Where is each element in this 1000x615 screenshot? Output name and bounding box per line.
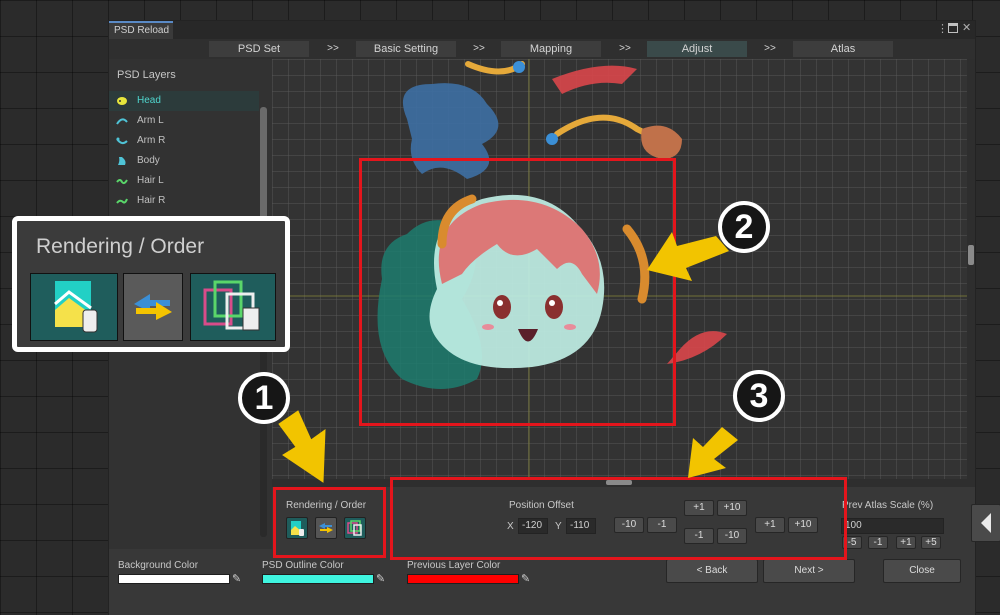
pointer-arrows	[278, 232, 738, 483]
